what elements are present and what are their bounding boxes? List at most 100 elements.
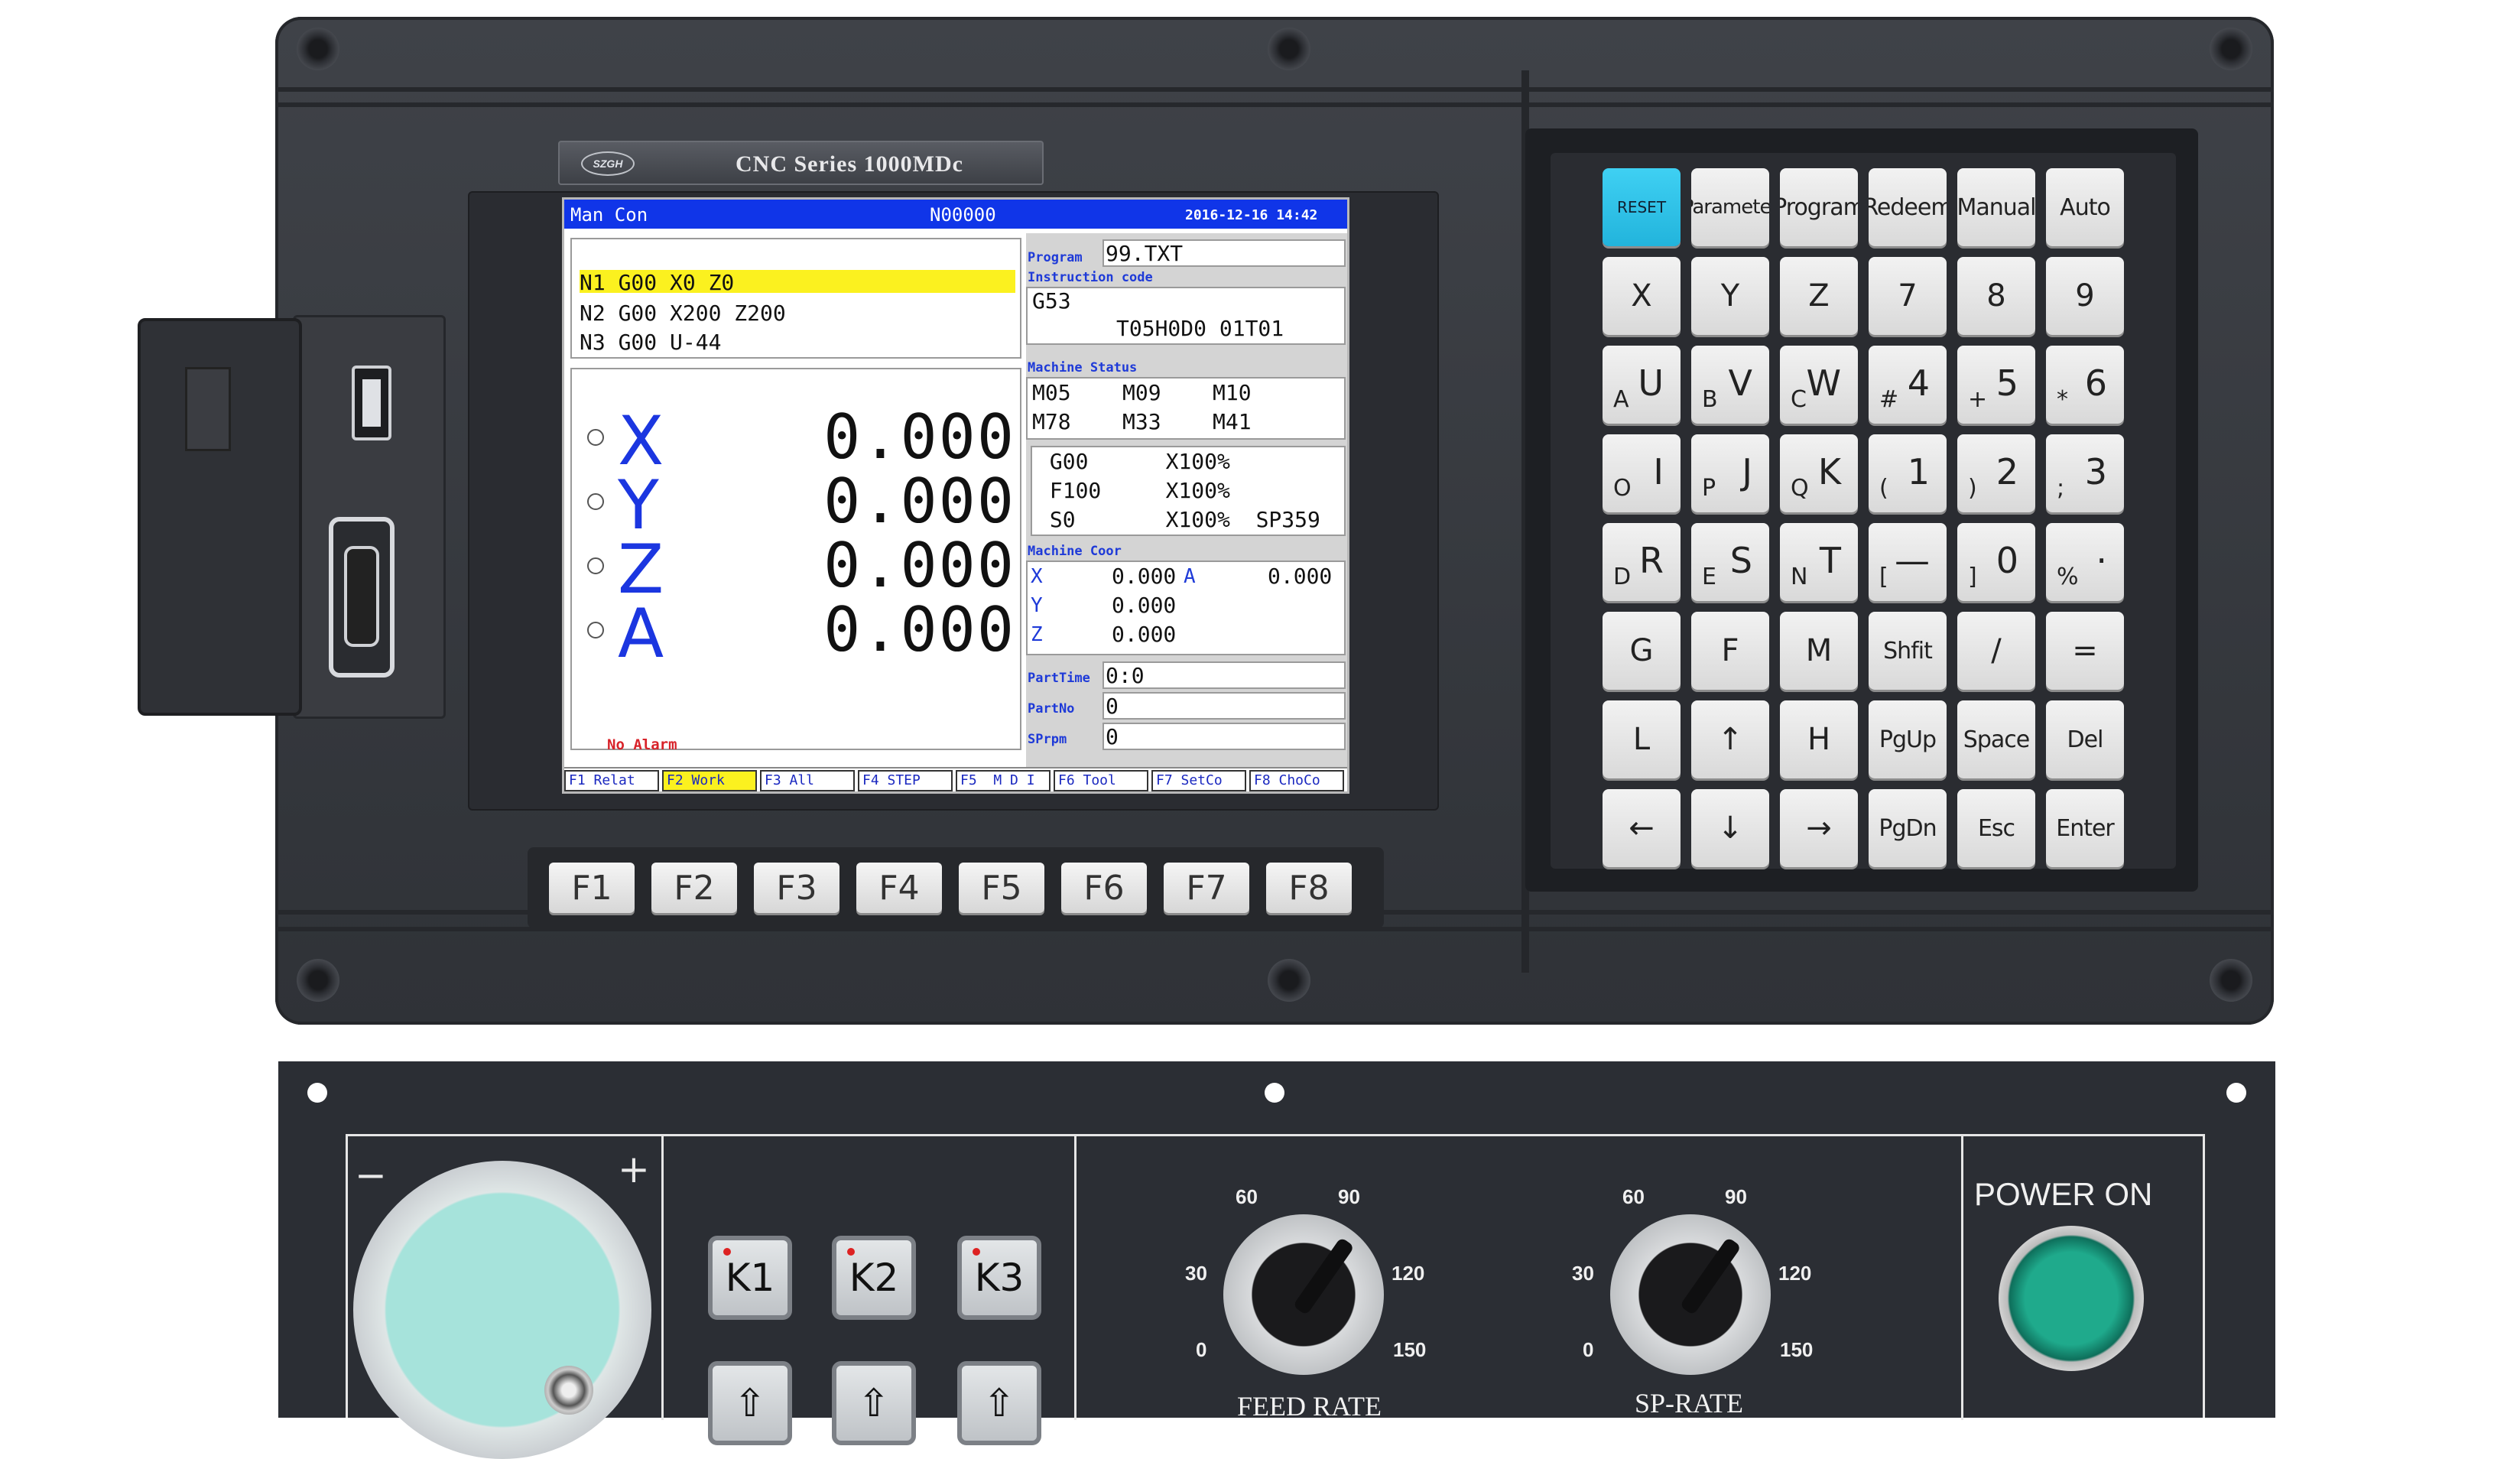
feed-rate-dial[interactable] — [1223, 1214, 1384, 1375]
panel-rib — [275, 102, 2274, 107]
shift-up-button[interactable]: ⇧ — [708, 1361, 792, 1445]
k1-button[interactable]: K1 — [708, 1236, 792, 1320]
key-main: 2 — [1996, 451, 2018, 492]
reset-button[interactable]: RESET — [1603, 168, 1681, 246]
key-main: 6 — [2084, 362, 2107, 404]
key-x[interactable]: X — [1603, 257, 1681, 335]
coor-a-label: A — [1184, 565, 1196, 588]
key-i[interactable]: OI — [1603, 434, 1681, 512]
key-0[interactable]: ] 0 — [1957, 523, 2035, 601]
shift-up-button[interactable]: ⇧ — [957, 1361, 1041, 1445]
softkey-all[interactable]: F3 All — [760, 770, 855, 791]
serial-port-icon[interactable] — [329, 517, 395, 678]
up-arrow-icon[interactable]: ↑ — [1691, 700, 1769, 778]
key-2[interactable]: ) 2 — [1957, 434, 2035, 512]
key-5[interactable]: +5 — [1957, 346, 2035, 424]
screw-icon — [1268, 959, 1310, 1002]
redeem-button[interactable]: Redeem — [1869, 168, 1947, 246]
feed-line: F100 X100% — [1037, 478, 1230, 503]
f6-button[interactable]: F6 — [1061, 863, 1147, 913]
program-value: 99.TXT — [1106, 241, 1184, 266]
mounting-hole — [307, 1083, 327, 1103]
softkey-work[interactable]: F2 Work — [662, 770, 757, 791]
partno-value: 0 — [1106, 694, 1119, 719]
page-down-button[interactable]: PgDn — [1869, 789, 1947, 867]
f5-button[interactable]: F5 — [959, 863, 1044, 913]
k1-label: K1 — [725, 1256, 775, 1300]
key-t[interactable]: NT — [1780, 523, 1858, 601]
key-sub: ] — [1968, 564, 1977, 590]
panel-rib — [275, 87, 2274, 92]
axis-indicator-icon — [587, 429, 604, 446]
k2-button[interactable]: K2 — [832, 1236, 916, 1320]
parameter-button[interactable]: Parameter — [1691, 168, 1769, 246]
shift-button[interactable]: Shfit — [1869, 612, 1947, 690]
key-z[interactable]: Z — [1780, 257, 1858, 335]
key-h[interactable]: H — [1780, 700, 1858, 778]
serial-port-face — [344, 546, 379, 647]
shift-up-button[interactable]: ⇧ — [832, 1361, 916, 1445]
key-1[interactable]: (1 — [1869, 434, 1947, 512]
usb-port-icon[interactable] — [352, 366, 391, 440]
left-arrow-icon[interactable]: ← — [1603, 789, 1681, 867]
handwheel-mpg[interactable] — [353, 1161, 651, 1459]
key-y[interactable]: Y — [1691, 257, 1769, 335]
program-button[interactable]: Program — [1780, 168, 1858, 246]
code-line: N3 G00 U-44 — [580, 330, 722, 355]
escape-button[interactable]: Esc — [1957, 789, 2035, 867]
key-slash[interactable]: / — [1957, 612, 2035, 690]
softkey-tool[interactable]: F6 Tool — [1054, 770, 1148, 791]
key-u[interactable]: AU — [1603, 346, 1681, 424]
key-3[interactable]: ; 3 — [2046, 434, 2124, 512]
delete-button[interactable]: Del — [2046, 700, 2124, 778]
softkey-mdi[interactable]: F5 M D I — [956, 770, 1051, 791]
key-minus[interactable]: [— — [1869, 523, 1947, 601]
key-f[interactable]: F — [1691, 612, 1769, 690]
space-button[interactable]: Space — [1957, 700, 2035, 778]
key-9[interactable]: 9 — [2046, 257, 2124, 335]
softkey-setco[interactable]: F7 SetCo — [1151, 770, 1246, 791]
f8-button[interactable]: F8 — [1266, 863, 1352, 913]
feed-box: G00 X100% F100 X100% S0 X100% SP359 — [1031, 446, 1346, 536]
key-m[interactable]: M — [1780, 612, 1858, 690]
softkey-step[interactable]: F4 STEP — [858, 770, 953, 791]
auto-button[interactable]: Auto — [2046, 168, 2124, 246]
key-sub: + — [1968, 386, 1988, 413]
f2-button[interactable]: F2 — [651, 863, 737, 913]
f1-button[interactable]: F1 — [549, 863, 635, 913]
status-line: M78 M33 M41 — [1032, 409, 1252, 434]
mounting-hole — [1265, 1083, 1284, 1103]
power-on-button[interactable] — [1999, 1226, 2144, 1371]
key-w[interactable]: CW — [1780, 346, 1858, 424]
enter-button[interactable]: Enter — [2046, 789, 2124, 867]
key-6[interactable]: * 6 — [2046, 346, 2124, 424]
softkey-choco[interactable]: F8 ChoCo — [1249, 770, 1344, 791]
key-4[interactable]: #4 — [1869, 346, 1947, 424]
key-r[interactable]: DR — [1603, 523, 1681, 601]
port-cover[interactable] — [138, 318, 302, 716]
manual-button[interactable]: Manual — [1957, 168, 2035, 246]
key-s[interactable]: ES — [1691, 523, 1769, 601]
key-equals[interactable]: = — [2046, 612, 2124, 690]
key-8[interactable]: 8 — [1957, 257, 2035, 335]
key-k[interactable]: QK — [1780, 434, 1858, 512]
spindle-rate-dial[interactable] — [1610, 1214, 1771, 1375]
axis-value: 0.000 — [823, 401, 1015, 473]
section-divider — [1074, 1136, 1077, 1420]
key-sub: ( — [1879, 475, 1888, 502]
key-v[interactable]: BV — [1691, 346, 1769, 424]
key-dot[interactable]: % · — [2046, 523, 2124, 601]
down-arrow-icon[interactable]: ↓ — [1691, 789, 1769, 867]
f4-button[interactable]: F4 — [856, 863, 942, 913]
f3-button[interactable]: F3 — [754, 863, 839, 913]
key-j[interactable]: PJ — [1691, 434, 1769, 512]
right-arrow-icon[interactable]: → — [1780, 789, 1858, 867]
axis-label: A — [618, 594, 664, 673]
softkey-relat[interactable]: F1 Relat — [564, 770, 659, 791]
key-g[interactable]: G — [1603, 612, 1681, 690]
k3-button[interactable]: K3 — [957, 1236, 1041, 1320]
f7-button[interactable]: F7 — [1164, 863, 1249, 913]
key-7[interactable]: 7 — [1869, 257, 1947, 335]
key-l[interactable]: L — [1603, 700, 1681, 778]
page-up-button[interactable]: PgUp — [1869, 700, 1947, 778]
